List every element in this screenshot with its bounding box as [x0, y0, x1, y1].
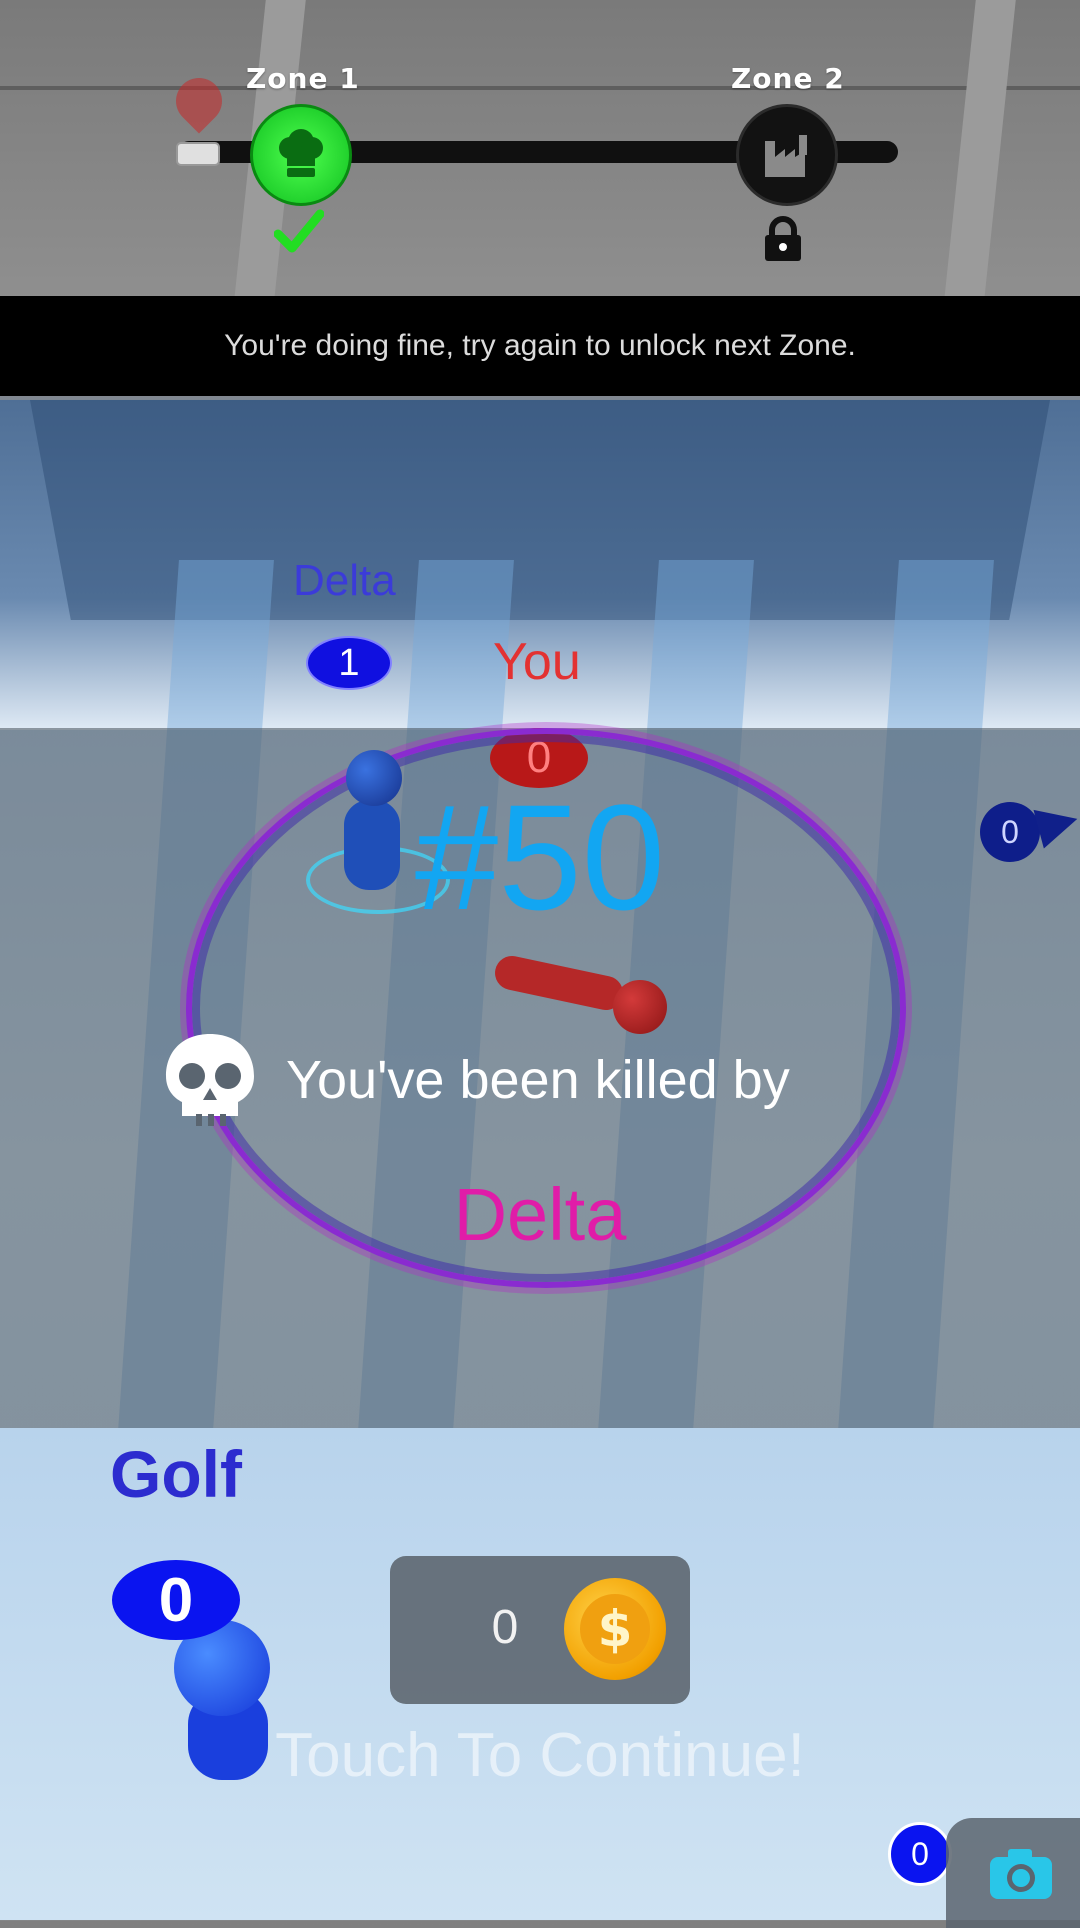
player-score-delta: 1: [306, 636, 392, 690]
player-name-delta: Delta: [293, 556, 396, 605]
killed-by-row: You've been killed by: [158, 1028, 790, 1132]
player-score-golf: 0: [112, 1560, 240, 1640]
zone1-label: Zone 1: [246, 62, 360, 95]
rank-number: #50: [414, 773, 666, 941]
corner-player-score: 0: [888, 1822, 952, 1886]
chef-hat-icon: [279, 129, 323, 177]
zone2-label: Zone 2: [731, 62, 845, 95]
lock-icon: [765, 216, 801, 261]
zone2-node[interactable]: [736, 104, 838, 206]
checkmark-icon: [274, 209, 324, 253]
factory-icon: [765, 135, 807, 177]
hint-banner: You're doing fine, try again to unlock n…: [0, 296, 1080, 396]
you-character-head: [613, 980, 667, 1034]
player-name-golf: Golf: [110, 1437, 242, 1511]
touch-to-continue[interactable]: Touch To Continue!: [0, 1720, 1080, 1791]
camera-icon: [990, 1849, 1052, 1899]
dollar-coin-icon: $: [564, 1578, 666, 1680]
hint-text: You're doing fine, try again to unlock n…: [224, 329, 856, 362]
coin-count: 0: [491, 1601, 519, 1654]
skull-icon: [166, 1034, 254, 1126]
camera-button[interactable]: [946, 1818, 1080, 1928]
killer-name: Delta: [453, 1173, 627, 1256]
coin-reward-panel: 0 $: [390, 1556, 690, 1704]
progress-start-marker: [176, 142, 220, 166]
zone1-node[interactable]: [250, 104, 352, 206]
coin-symbol: $: [580, 1594, 650, 1664]
player-name-you: You: [493, 633, 581, 691]
killed-by-text: You've been killed by: [286, 1050, 790, 1110]
